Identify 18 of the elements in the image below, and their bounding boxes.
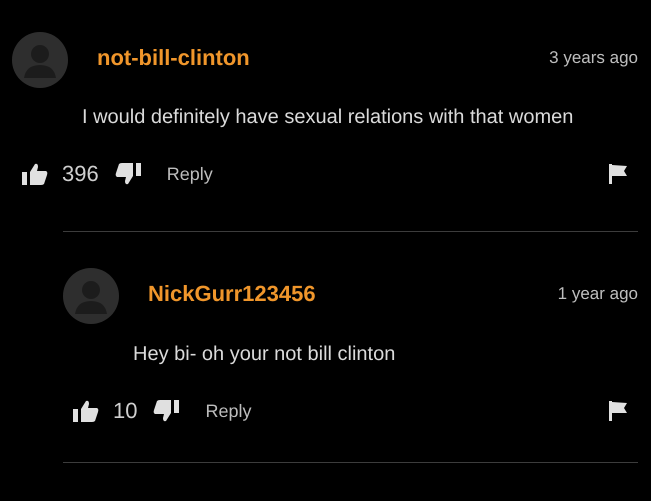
reply-button[interactable]: Reply	[205, 400, 252, 422]
reply-button[interactable]: Reply	[166, 164, 213, 184]
like-count: 396	[62, 161, 99, 187]
comment-text: Hey bi- oh your not bill clinton	[133, 342, 396, 367]
avatar-icon	[63, 268, 119, 324]
comment-text: I would definitely have sexual relations with that women	[82, 105, 574, 130]
thumbs-up-icon[interactable]	[22, 163, 48, 185]
like-count: 10	[113, 398, 138, 424]
avatar-icon	[12, 32, 68, 88]
flag-icon[interactable]	[608, 401, 628, 421]
thumbs-down-icon[interactable]	[114, 163, 141, 185]
timestamp: 3 years ago	[549, 48, 638, 69]
flag-icon[interactable]	[608, 164, 628, 184]
thumbs-down-icon[interactable]	[153, 400, 180, 422]
timestamp: 1 year ago	[558, 284, 638, 305]
username-link[interactable]: NickGurr123456	[148, 281, 316, 311]
username-link[interactable]: not-bill-clinton	[97, 45, 250, 75]
thumbs-up-icon[interactable]	[73, 400, 99, 422]
